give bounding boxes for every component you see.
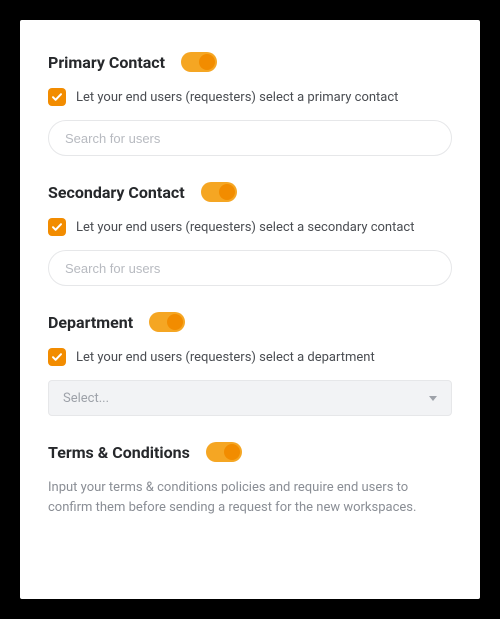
primary-contact-section: Primary Contact Let your end users (requ… (48, 52, 452, 156)
primary-contact-checkbox[interactable] (48, 88, 66, 106)
terms-section: Terms & Conditions Input your terms & co… (48, 442, 452, 518)
department-header: Department (48, 312, 452, 332)
primary-contact-title: Primary Contact (48, 53, 165, 72)
secondary-contact-check-row: Let your end users (requesters) select a… (48, 218, 452, 236)
toggle-knob-icon (199, 54, 215, 70)
terms-toggle[interactable] (206, 442, 242, 462)
terms-title: Terms & Conditions (48, 443, 190, 462)
toggle-knob-icon (219, 184, 235, 200)
department-select-placeholder: Select... (63, 391, 109, 406)
chevron-down-icon (429, 396, 437, 401)
terms-header: Terms & Conditions (48, 442, 452, 462)
toggle-knob-icon (224, 444, 240, 460)
settings-panel: Primary Contact Let your end users (requ… (20, 20, 480, 599)
secondary-contact-title: Secondary Contact (48, 183, 185, 202)
primary-contact-check-row: Let your end users (requesters) select a… (48, 88, 452, 106)
department-check-row: Let your end users (requesters) select a… (48, 348, 452, 366)
department-toggle[interactable] (149, 312, 185, 332)
terms-description: Input your terms & conditions policies a… (48, 478, 452, 518)
primary-contact-search-input[interactable] (48, 120, 452, 156)
secondary-contact-checkbox[interactable] (48, 218, 66, 236)
secondary-contact-toggle[interactable] (201, 182, 237, 202)
department-checkbox[interactable] (48, 348, 66, 366)
department-title: Department (48, 313, 133, 332)
primary-contact-toggle[interactable] (181, 52, 217, 72)
primary-contact-check-label: Let your end users (requesters) select a… (76, 90, 398, 105)
toggle-knob-icon (167, 314, 183, 330)
secondary-contact-section: Secondary Contact Let your end users (re… (48, 182, 452, 286)
checkmark-icon (51, 221, 63, 233)
checkmark-icon (51, 91, 63, 103)
checkmark-icon (51, 351, 63, 363)
department-section: Department Let your end users (requester… (48, 312, 452, 416)
secondary-contact-header: Secondary Contact (48, 182, 452, 202)
secondary-contact-check-label: Let your end users (requesters) select a… (76, 220, 415, 235)
primary-contact-header: Primary Contact (48, 52, 452, 72)
secondary-contact-search-input[interactable] (48, 250, 452, 286)
department-select[interactable]: Select... (48, 380, 452, 416)
department-check-label: Let your end users (requesters) select a… (76, 350, 375, 365)
